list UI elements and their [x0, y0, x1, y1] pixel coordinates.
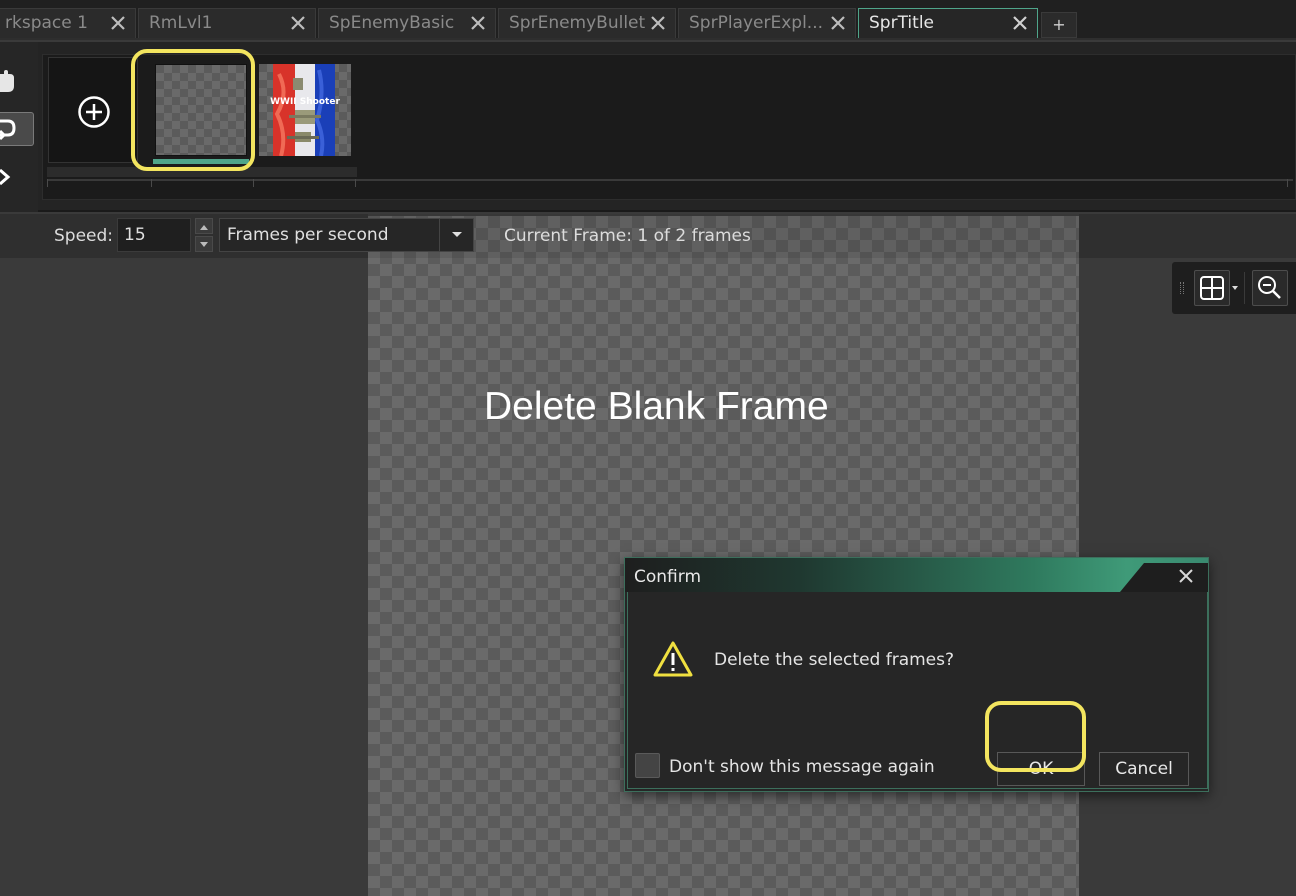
zoom-out-icon — [1258, 276, 1281, 299]
speed-bar: Speed: 15 Frames per second Current Fram… — [0, 214, 1296, 258]
tab-label: SpEnemyBasic — [329, 13, 455, 33]
confirm-dialog: Confirm Delete the selected frames? OK C… — [624, 557, 1209, 792]
hand-tool[interactable] — [0, 64, 34, 98]
speedbar-bg-right — [1079, 214, 1296, 258]
sprite-editor: rkspace 1 RmLvl1 SpEnemyBasic SprEnemyBu… — [0, 0, 1296, 896]
sprite-caption: WWII Shooter — [270, 97, 340, 107]
speed-unit-value: Frames per second — [227, 225, 389, 245]
tutorial-annotation: Delete Blank Frame — [484, 385, 829, 428]
arrow-up-icon — [200, 225, 208, 230]
frame-tools — [0, 42, 38, 212]
tab-sprplayerexpl[interactable]: SprPlayerExpl... — [678, 8, 856, 38]
timeline-tick — [253, 179, 254, 187]
speed-unit-select[interactable]: Frames per second — [219, 218, 474, 252]
timeline-tick — [355, 179, 356, 187]
chevron-down-icon — [439, 219, 473, 251]
hand-icon — [0, 70, 14, 92]
play-icon — [0, 168, 11, 186]
dialog-titlebar[interactable]: Confirm — [625, 558, 1208, 592]
dialog-title: Confirm — [634, 567, 702, 587]
loop-tool[interactable] — [0, 112, 34, 146]
close-icon[interactable] — [1178, 568, 1194, 584]
warning-icon — [653, 641, 693, 677]
dont-show-checkbox[interactable] — [635, 753, 660, 778]
close-icon[interactable] — [649, 9, 667, 37]
close-icon[interactable] — [289, 9, 307, 37]
zoom-out-button[interactable] — [1252, 270, 1288, 306]
add-frame-button[interactable] — [48, 57, 138, 163]
sprite-canvas[interactable] — [368, 216, 1079, 896]
plus-circle-icon — [78, 96, 110, 128]
title-sprite-image: WWII Shooter — [270, 64, 340, 156]
close-icon[interactable] — [469, 9, 487, 37]
chevron-down-icon — [1232, 286, 1238, 290]
tab-label: SprPlayerExpl... — [689, 13, 823, 33]
grid-icon — [1200, 276, 1224, 300]
close-icon[interactable] — [1011, 9, 1029, 37]
tab-bar: rkspace 1 RmLvl1 SpEnemyBasic SprEnemyBu… — [0, 0, 1296, 40]
timeline-track — [47, 179, 1293, 181]
close-icon[interactable] — [829, 9, 847, 37]
view-toolbar — [1172, 262, 1296, 314]
arrow-down-icon — [200, 242, 208, 247]
tab-workspace[interactable]: rkspace 1 — [0, 8, 136, 38]
add-tab-button[interactable]: + — [1041, 12, 1077, 38]
close-icon[interactable] — [109, 9, 127, 37]
timeline-tick — [151, 179, 152, 187]
timeline-tick — [1287, 179, 1288, 187]
dialog-close-tab — [1120, 563, 1208, 592]
toolbar-grip[interactable] — [1180, 282, 1184, 294]
dialog-message: Delete the selected frames? — [714, 650, 955, 670]
speed-label: Speed: — [54, 226, 114, 246]
speed-increment-button[interactable] — [195, 218, 213, 234]
tab-label: SprEnemyBullet — [509, 13, 646, 33]
ok-highlight-annotation — [985, 701, 1086, 772]
tab-label: RmLvl1 — [149, 13, 213, 33]
tab-spenemybasic[interactable]: SpEnemyBasic — [318, 8, 496, 38]
speed-input[interactable]: 15 — [117, 218, 191, 252]
timeline-tick — [47, 179, 48, 187]
frame-highlight-annotation — [131, 49, 255, 171]
frame-thumbnail-2[interactable]: WWII Shooter — [259, 64, 351, 156]
tab-label: SprTitle — [869, 13, 935, 33]
tab-rmlvl1[interactable]: RmLvl1 — [138, 8, 316, 38]
current-frame-label: Current Frame: 1 of 2 frames — [504, 226, 751, 246]
dont-show-label: Don't show this message again — [669, 757, 935, 777]
tab-sprenemybullet[interactable]: SprEnemyBullet — [498, 8, 676, 38]
cancel-button[interactable]: Cancel — [1099, 752, 1189, 786]
speed-decrement-button[interactable] — [195, 236, 213, 252]
toolbar-divider — [1244, 272, 1245, 304]
grid-toggle-button[interactable] — [1194, 270, 1230, 306]
tab-label: rkspace 1 — [5, 13, 88, 33]
loop-icon — [0, 119, 16, 141]
tab-sprtitle[interactable]: SprTitle — [858, 8, 1038, 38]
play-tool[interactable] — [0, 160, 34, 194]
grid-options-dropdown[interactable] — [1230, 270, 1240, 306]
